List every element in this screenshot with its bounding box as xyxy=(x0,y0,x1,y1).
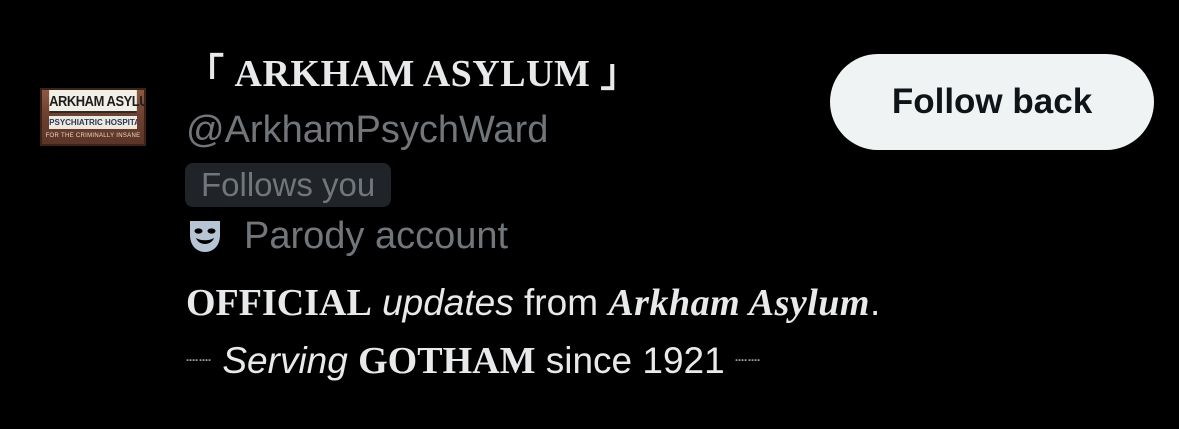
bio-period: . xyxy=(869,282,881,323)
avatar-sign-subtitle: PSYCHIATRIC HOSPITAL xyxy=(49,116,137,129)
follows-you-badge: Follows you xyxy=(185,163,392,207)
display-name[interactable]: 「 ARKHAM ASYLUM 」 xyxy=(186,52,639,96)
bio-updates: updates xyxy=(382,282,514,323)
bio-arkham-asylum: Arkham Asylum xyxy=(608,282,870,324)
bio-dots-right: ┈┈ xyxy=(734,350,762,372)
bio-since: since 1921 xyxy=(545,340,725,381)
parody-account-label: Parody account xyxy=(244,215,509,257)
bio-gotham: GOTHAM xyxy=(358,340,536,382)
user-handle[interactable]: @ArkhamPsychWard xyxy=(186,108,548,152)
parody-account-label-row: Parody account xyxy=(186,213,508,259)
bio-official: OFFICIAL xyxy=(186,282,372,324)
bio-serving: Serving xyxy=(222,340,348,381)
avatar-sign-title: ARKHAM ASYLUM xyxy=(49,90,144,113)
bio-line-1: OFFICIAL updates from Arkham Asylum. xyxy=(186,280,880,326)
follow-back-button[interactable]: Follow back xyxy=(830,54,1154,150)
theater-mask-icon xyxy=(186,217,224,255)
bio-dots-left: ┈┈ xyxy=(186,350,213,372)
bio-line-2: ┈┈ Serving GOTHAM since 1921 ┈┈ xyxy=(186,338,761,384)
bio-from: from xyxy=(524,282,599,323)
avatar-sign-footer: FOR THE CRIMINALLY INSANE xyxy=(45,133,141,139)
avatar[interactable]: ARKHAM ASYLUM PSYCHIATRIC HOSPITAL FOR T… xyxy=(40,88,146,146)
